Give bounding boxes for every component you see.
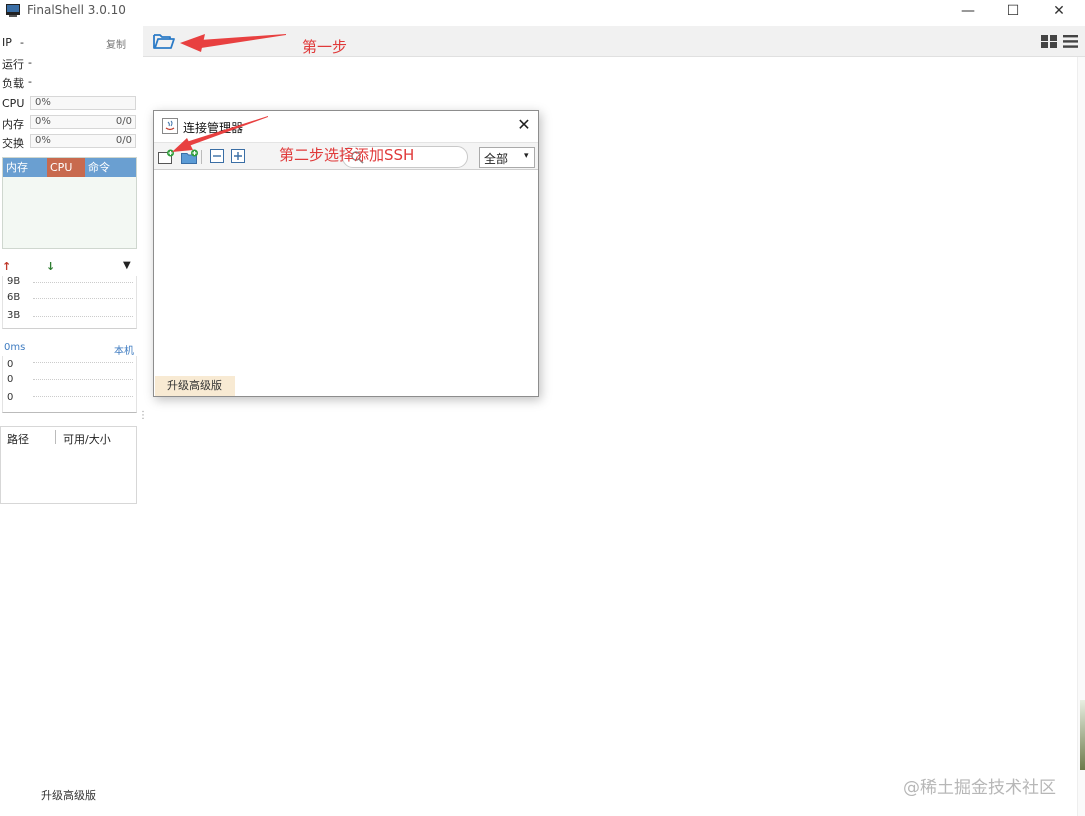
close-button[interactable]: ✕	[1036, 0, 1082, 22]
swap-value: 0/0	[115, 135, 132, 146]
watermark: @稀土掘金技术社区	[903, 778, 1056, 798]
gridline	[33, 396, 133, 397]
ip-value: -	[20, 36, 24, 49]
collapse-all-icon[interactable]	[210, 149, 224, 163]
ip-label: IP	[2, 36, 12, 49]
column-divider	[55, 430, 56, 444]
swap-meter: 0% 0/0	[30, 134, 136, 148]
network-tick: 9B	[7, 276, 21, 287]
chevron-down-icon: ▾	[524, 151, 529, 161]
resource-tabs: 内存 CPU 命令	[2, 157, 137, 249]
uptime-value: -	[28, 56, 32, 69]
window-title: FinalShell 3.0.10	[27, 3, 126, 17]
fs-size-header[interactable]: 可用/大小	[63, 431, 111, 447]
load-value: -	[28, 75, 32, 88]
panel-splitter-handle[interactable]: ⋮	[138, 410, 148, 421]
cpu-percent: 0%	[35, 97, 51, 108]
expand-all-icon[interactable]	[231, 149, 245, 163]
memory-label: 内存	[2, 118, 24, 131]
ping-chart: 0 0 0	[2, 356, 137, 413]
dialog-title: 连接管理器	[183, 121, 244, 135]
tab-memory[interactable]: 内存	[3, 158, 47, 177]
ping-tick: 0	[7, 374, 14, 385]
network-header: ↑ ↓ ▼	[2, 260, 137, 274]
add-connection-icon[interactable]	[158, 149, 175, 165]
upgrade-link[interactable]: 升级高级版	[41, 787, 96, 803]
filesystem-table: 路径 可用/大小	[0, 426, 137, 504]
tab-cpu[interactable]: CPU	[47, 158, 85, 177]
tab-command[interactable]: 命令	[85, 158, 136, 177]
maximize-button[interactable]: ☐	[990, 0, 1036, 22]
copy-ip-button[interactable]: 复制	[106, 36, 126, 51]
list-layout-icon[interactable]	[1063, 35, 1078, 48]
group-filter-select[interactable]: 全部 ▾	[479, 147, 535, 168]
gridline	[33, 298, 133, 299]
upload-arrow-icon: ↑	[2, 260, 12, 273]
network-tick: 3B	[7, 310, 21, 321]
grid-layout-icon[interactable]	[1041, 35, 1057, 48]
gridline	[33, 379, 133, 380]
gridline	[33, 282, 133, 283]
finalshell-app-icon	[6, 4, 20, 17]
load-label: 负载	[2, 77, 24, 90]
open-folder-icon[interactable]	[152, 31, 176, 51]
tab-strip: 内存 CPU 命令	[3, 158, 136, 177]
gridline	[33, 362, 133, 363]
network-chart: 9B 6B 3B	[2, 276, 137, 329]
server-status-panel: IP - 复制 运行 - 负载 - CPU 0% 内存 0% 0/0 交换 0%…	[0, 28, 148, 808]
ping-latency: 0ms	[4, 342, 26, 353]
memory-percent: 0%	[35, 116, 51, 127]
network-dropdown-icon[interactable]: ▼	[123, 260, 131, 271]
minimize-button[interactable]: —	[945, 0, 991, 22]
uptime-label: 运行	[2, 58, 24, 71]
memory-value: 0/0	[115, 116, 132, 127]
ping-tick: 0	[7, 392, 14, 403]
cpu-meter: 0%	[30, 96, 136, 110]
right-edge-background	[1080, 700, 1085, 770]
dialog-upgrade-button[interactable]: 升级高级版	[155, 376, 235, 396]
download-arrow-icon: ↓	[46, 260, 56, 273]
swap-label: 交换	[2, 137, 24, 150]
toolbar-separator	[201, 150, 202, 164]
step1-annotation: 第一步	[302, 38, 348, 56]
group-filter-value: 全部	[484, 152, 509, 166]
ping-tick: 0	[7, 359, 14, 370]
memory-meter: 0% 0/0	[30, 115, 136, 129]
java-cup-icon	[162, 118, 178, 134]
ping-target[interactable]: 本机	[114, 342, 134, 357]
network-tick: 6B	[7, 292, 21, 303]
dialog-close-button[interactable]: ✕	[514, 115, 534, 135]
swap-percent: 0%	[35, 135, 51, 146]
gridline	[33, 316, 133, 317]
add-folder-icon[interactable]	[181, 149, 199, 165]
fs-path-header[interactable]: 路径	[7, 431, 29, 447]
step2-annotation: 第二步选择添加SSH	[279, 146, 415, 164]
cpu-label: CPU	[2, 97, 25, 110]
title-bar: FinalShell 3.0.10 — ☐ ✕	[0, 0, 1085, 22]
main-toolbar	[143, 26, 1085, 57]
